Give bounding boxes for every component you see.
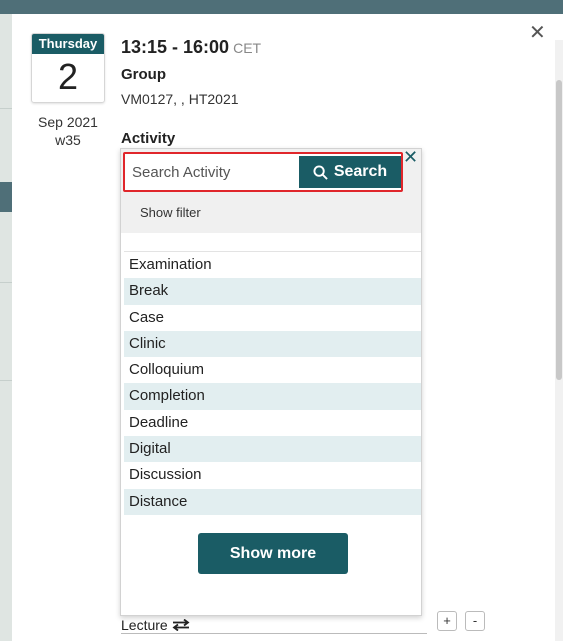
background-left-band [0,182,12,212]
activity-search-area: Search ✕ Show filter [121,149,421,233]
list-item[interactable]: Digital [124,436,421,463]
show-filter-link[interactable]: Show filter [140,205,201,220]
list-item[interactable]: Discussion [124,462,421,488]
date-month-year: Sep 2021 [38,114,98,130]
date-week: w35 [55,132,81,148]
lecture-field[interactable]: Lecture [121,616,427,634]
list-item[interactable]: Case [124,305,421,331]
activity-search-input[interactable] [128,157,301,187]
background-divider [0,282,12,283]
date-day-number: 2 [57,56,79,97]
swap-arrows-icon [172,618,190,631]
close-icon[interactable]: ✕ [529,22,546,42]
event-timezone: CET [233,40,262,56]
date-weekday: Thursday [32,34,104,54]
list-item[interactable]: Examination [124,252,421,278]
list-item[interactable]: Completion [124,383,421,410]
search-button[interactable]: Search [299,156,401,188]
scrollbar-thumb[interactable] [556,80,562,380]
lecture-label: Lecture [121,616,168,633]
background-divider [0,380,12,381]
group-value: VM0127, , HT2021 [121,91,239,107]
list-item[interactable]: Break [124,278,421,305]
activity-label: Activity [121,130,176,147]
list-item[interactable]: Distance [124,488,421,515]
list-item[interactable]: Deadline [124,410,421,436]
remove-button[interactable]: - [465,611,485,631]
event-time-range: 13:15 - 16:00 [121,37,230,57]
group-label: Group [121,66,166,83]
dialog-scrollbar[interactable] [555,40,563,641]
search-button-label: Search [333,163,388,180]
list-item[interactable]: Colloquium [124,357,421,383]
activity-list: Examination Break Case Clinic Colloquium… [124,251,421,519]
list-item[interactable]: Clinic [124,330,421,358]
activity-search-box: Search [123,152,403,192]
background-divider [0,108,12,109]
date-badge: Thursday 2 [31,33,105,103]
event-time: 13:15 - 16:00 CET [121,37,261,58]
background-header-strip [0,0,563,14]
activity-dropdown: Search ✕ Show filter Examination Break C… [120,148,422,616]
add-button[interactable]: + [437,611,457,631]
close-icon[interactable]: ✕ [403,149,418,167]
show-more-button[interactable]: Show more [198,533,348,574]
search-icon [313,164,328,180]
